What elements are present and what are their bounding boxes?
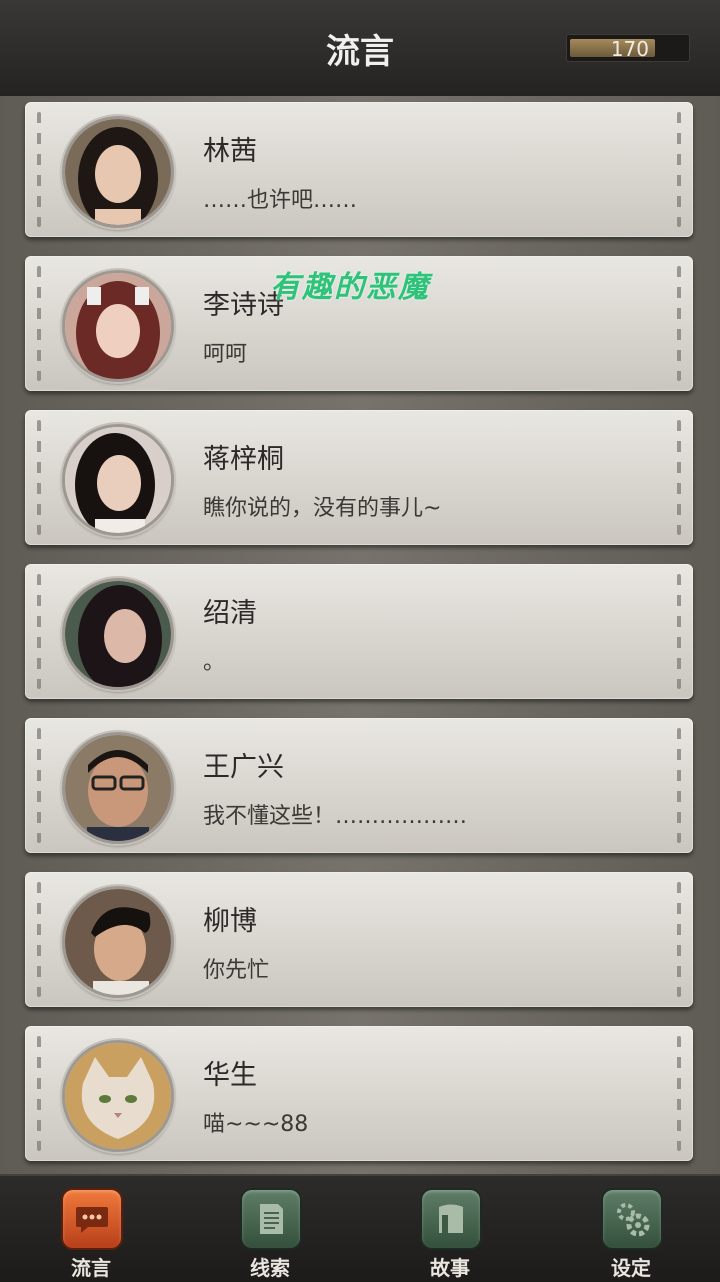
tab-label: 流言: [71, 1256, 111, 1280]
tab-label: 设定: [611, 1256, 651, 1280]
tab-rumors[interactable]: 流言: [46, 1186, 136, 1282]
avatar: [62, 424, 174, 536]
stitch-decoration: [677, 1036, 681, 1151]
tab-story[interactable]: 故事: [405, 1186, 495, 1282]
contact-message: 呵呵: [203, 342, 248, 367]
contact-name: 蒋梓桐: [203, 444, 284, 475]
stitch-decoration: [37, 420, 41, 535]
contact-card[interactable]: 华生 喵~~~88: [25, 1026, 693, 1161]
stitch-decoration: [37, 574, 41, 689]
contact-name: 柳博: [203, 906, 257, 937]
contact-name: 王广兴: [203, 752, 284, 783]
stitch-decoration: [677, 420, 681, 535]
contact-message: 。: [203, 650, 226, 675]
contact-message: 喵~~~88: [203, 1112, 309, 1137]
book-icon: [420, 1188, 482, 1250]
tab-label: 故事: [430, 1256, 470, 1280]
avatar: [62, 886, 174, 998]
gear-icon: [601, 1188, 663, 1250]
contact-card[interactable]: 林茜 ……也许吧……: [25, 102, 693, 237]
avatar: [62, 578, 174, 690]
top-bar: 流言 170: [0, 0, 720, 98]
stitch-decoration: [677, 112, 681, 227]
stitch-decoration: [37, 112, 41, 227]
stitch-decoration: [677, 574, 681, 689]
contact-list[interactable]: 林茜 ……也许吧…… 李诗诗 呵呵 蒋梓桐 瞧你说的，没有的事儿~ 绍清 。 王…: [0, 96, 720, 1174]
tab-settings[interactable]: 设定: [586, 1186, 676, 1282]
avatar: [62, 270, 174, 382]
contact-card[interactable]: 王广兴 我不懂这些！………………: [25, 718, 693, 853]
currency-value: 170: [610, 37, 649, 61]
avatar: [62, 1040, 174, 1152]
tab-clues[interactable]: 线索: [225, 1186, 315, 1282]
watermark: 有趣的恶魔: [270, 270, 430, 305]
bottom-tab-bar: 流言 线索 故事 设定: [0, 1174, 720, 1282]
contact-card[interactable]: 蒋梓桐 瞧你说的，没有的事儿~: [25, 410, 693, 545]
stitch-decoration: [677, 266, 681, 381]
contact-message: 你先忙: [203, 958, 270, 983]
stitch-decoration: [37, 1036, 41, 1151]
stitch-decoration: [37, 728, 41, 843]
avatar: [62, 732, 174, 844]
contact-card[interactable]: 绍清 。: [25, 564, 693, 699]
stitch-decoration: [677, 728, 681, 843]
contact-name: 绍清: [203, 598, 257, 629]
contact-message: 瞧你说的，没有的事儿~: [203, 496, 442, 521]
contact-name: 华生: [203, 1060, 257, 1091]
contact-card[interactable]: 柳博 你先忙: [25, 872, 693, 1007]
notes-icon: [240, 1188, 302, 1250]
contact-message: 我不懂这些！………………: [203, 804, 468, 829]
chat-bubble-icon: [61, 1188, 123, 1250]
stitch-decoration: [37, 882, 41, 997]
contact-name: 林茜: [203, 136, 257, 167]
avatar: [62, 116, 174, 228]
currency-counter: 170: [566, 34, 690, 62]
contact-message: ……也许吧……: [203, 188, 358, 213]
stitch-decoration: [677, 882, 681, 997]
stitch-decoration: [37, 266, 41, 381]
tab-label: 线索: [250, 1256, 290, 1280]
